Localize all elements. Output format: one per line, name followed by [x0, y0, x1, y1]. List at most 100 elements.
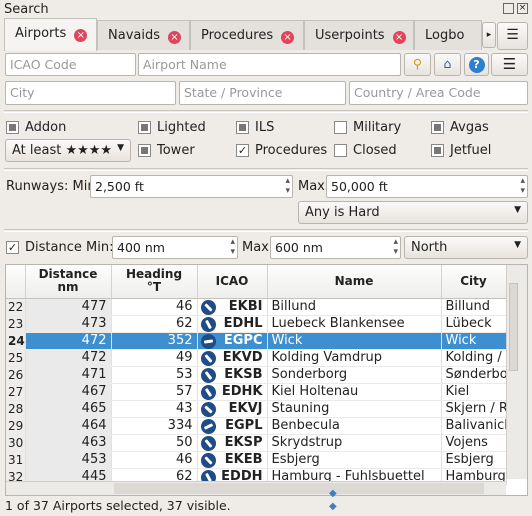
- jetfuel-checkbox[interactable]: Jetfuel: [431, 143, 491, 158]
- tab-label: Procedures: [201, 28, 274, 43]
- column-header[interactable]: Name: [267, 265, 442, 299]
- runways-max-label: Max:: [298, 179, 330, 194]
- procedures-checkbox[interactable]: ✓ Procedures: [236, 143, 327, 158]
- close-icon[interactable]: ×: [517, 3, 528, 14]
- help-button[interactable]: ?: [464, 53, 489, 76]
- name-cell: Benbecula: [267, 417, 442, 435]
- chevron-down-icon: ▼: [514, 205, 521, 215]
- heading-cell: 53: [111, 366, 198, 384]
- surface-combo[interactable]: Any is Hard ▼: [298, 201, 528, 224]
- runways-min-spinbox[interactable]: 2,500 ft: [90, 175, 293, 198]
- tab-logbo[interactable]: Logbo: [414, 20, 482, 50]
- airport-icon: [197, 400, 219, 416]
- table-row[interactable]: 25 472 49 EKVD Kolding Vamdrup Kolding /…: [6, 349, 507, 367]
- distance-min-spinbox[interactable]: 400 nm: [112, 236, 238, 259]
- clear-button[interactable]: ⌂: [434, 53, 461, 76]
- lighted-checkbox[interactable]: Lighted: [138, 120, 206, 135]
- checkbox-box[interactable]: [236, 121, 249, 134]
- column-header[interactable]: Distance nm: [25, 265, 112, 299]
- horizontal-scrollbar[interactable]: [6, 481, 506, 495]
- tab-scroll-right-button[interactable]: ▸: [482, 22, 496, 48]
- closed-checkbox[interactable]: Closed: [334, 143, 397, 158]
- column-header[interactable]: City: [441, 265, 507, 299]
- vertical-scrollbar[interactable]: [506, 265, 527, 479]
- float-icon[interactable]: [503, 3, 514, 14]
- avgas-checkbox[interactable]: Avgas: [431, 120, 489, 135]
- checkbox-box[interactable]: [138, 121, 151, 134]
- close-tab-icon[interactable]: ×: [392, 31, 406, 44]
- table-row[interactable]: 26 471 53 EKSB Sonderborg Sønderborg: [6, 366, 507, 384]
- airport-icon: [197, 383, 219, 399]
- ils-checkbox[interactable]: ILS: [236, 120, 274, 135]
- column-header[interactable]: [6, 265, 26, 299]
- chevron-down-icon: ▼: [514, 240, 521, 250]
- airport-icon: [197, 451, 219, 467]
- close-tab-icon[interactable]: ×: [168, 31, 181, 44]
- table-row[interactable]: 23 473 62 EDHL Luebeck Blankensee Lübeck: [6, 315, 507, 333]
- eraser-icon: ⌂: [443, 56, 452, 71]
- divider: [4, 229, 528, 232]
- rating-combo[interactable]: At least ★★★★ ▼: [5, 139, 131, 162]
- results-table-container: Distance nm Heading °T ICAO Name City 22 477…: [5, 264, 528, 496]
- table-row[interactable]: 30 463 50 EKSP Skrydstrup Vojens: [6, 434, 507, 452]
- close-tab-icon[interactable]: ×: [74, 29, 88, 42]
- row-number: 25: [6, 349, 26, 367]
- checkbox-box[interactable]: [334, 121, 347, 134]
- scrollbar-thumb[interactable]: [509, 283, 518, 371]
- tab-label: Airports: [15, 26, 67, 41]
- state-input[interactable]: State / Province: [179, 81, 346, 105]
- tab-procedures[interactable]: Procedures ×: [190, 20, 304, 50]
- city-cell: Vojens: [441, 434, 507, 452]
- city-input[interactable]: City: [5, 81, 176, 105]
- menu-button[interactable]: ☰: [491, 53, 528, 76]
- divider: [4, 110, 528, 113]
- chevron-down-icon: ▼: [117, 143, 124, 153]
- city-cell: Billund: [441, 298, 507, 316]
- scrollbar-thumb[interactable]: [114, 483, 484, 494]
- military-checkbox[interactable]: Military: [334, 120, 401, 135]
- icao-cell: EKVD: [222, 350, 263, 365]
- results-table: Distance nm Heading °T ICAO Name City 22 477…: [6, 265, 507, 486]
- list-icon: ☰: [506, 27, 519, 43]
- checkbox-box[interactable]: [431, 144, 444, 157]
- airport-name-input[interactable]: Airport Name: [138, 53, 401, 76]
- checkbox-box[interactable]: [431, 121, 444, 134]
- distance-cell: 477: [25, 298, 112, 316]
- splitter-handle[interactable]: ◆: [329, 501, 337, 512]
- heading-cell: 334: [111, 417, 198, 435]
- tab-airports[interactable]: Airports ×: [4, 18, 97, 51]
- table-row[interactable]: 28 465 43 EKVJ Stauning Skjern / Rin: [6, 400, 507, 418]
- tab-userpoints[interactable]: Userpoints ×: [304, 20, 414, 50]
- splitter-handle[interactable]: ◆: [329, 488, 337, 499]
- tab-menu-button[interactable]: ☰: [497, 22, 528, 50]
- icao-input[interactable]: ICAO Code: [5, 53, 136, 76]
- distance-max-spinbox[interactable]: 600 nm: [270, 236, 401, 259]
- checkbox-box[interactable]: [334, 144, 347, 157]
- tower-checkbox[interactable]: Tower: [138, 143, 195, 158]
- table-row[interactable]: 27 467 57 EDHK Kiel Holtenau Kiel: [6, 383, 507, 401]
- distance-checkbox[interactable]: ✓ Distance: [6, 240, 82, 255]
- checkbox-box[interactable]: ✓: [236, 144, 249, 157]
- heading-cell: 57: [111, 383, 198, 401]
- tab-navaids[interactable]: Navaids ×: [97, 20, 190, 50]
- table-row[interactable]: 29 464 334 EGPL Benbecula Balivanich: [6, 417, 507, 435]
- table-row[interactable]: 22 477 46 EKBI Billund Billund: [6, 298, 507, 316]
- country-input[interactable]: Country / Area Code: [349, 81, 528, 105]
- table-row[interactable]: 31 453 46 EKEB Esbjerg Esbjerg: [6, 451, 507, 469]
- city-cell: Kiel: [441, 383, 507, 401]
- checkbox-box[interactable]: [6, 121, 19, 134]
- column-header[interactable]: Heading °T: [111, 265, 198, 299]
- heading-cell: 43: [111, 400, 198, 418]
- column-header[interactable]: ICAO: [197, 265, 268, 299]
- checkbox-box[interactable]: [138, 144, 151, 157]
- runways-max-spinbox[interactable]: 50,000 ft: [326, 175, 528, 198]
- close-tab-icon[interactable]: ×: [281, 31, 295, 44]
- addon-checkbox[interactable]: Addon: [6, 120, 66, 135]
- direction-combo[interactable]: North ▼: [404, 236, 528, 259]
- city-cell: Skjern / Rin: [441, 400, 507, 418]
- distance-label: Distance: [25, 240, 82, 255]
- search-button[interactable]: ⚲: [404, 53, 431, 76]
- row-number: 26: [6, 366, 26, 384]
- checkbox-box[interactable]: ✓: [6, 241, 19, 254]
- table-row[interactable]: 24 472 352 EGPC Wick Wick: [6, 332, 507, 350]
